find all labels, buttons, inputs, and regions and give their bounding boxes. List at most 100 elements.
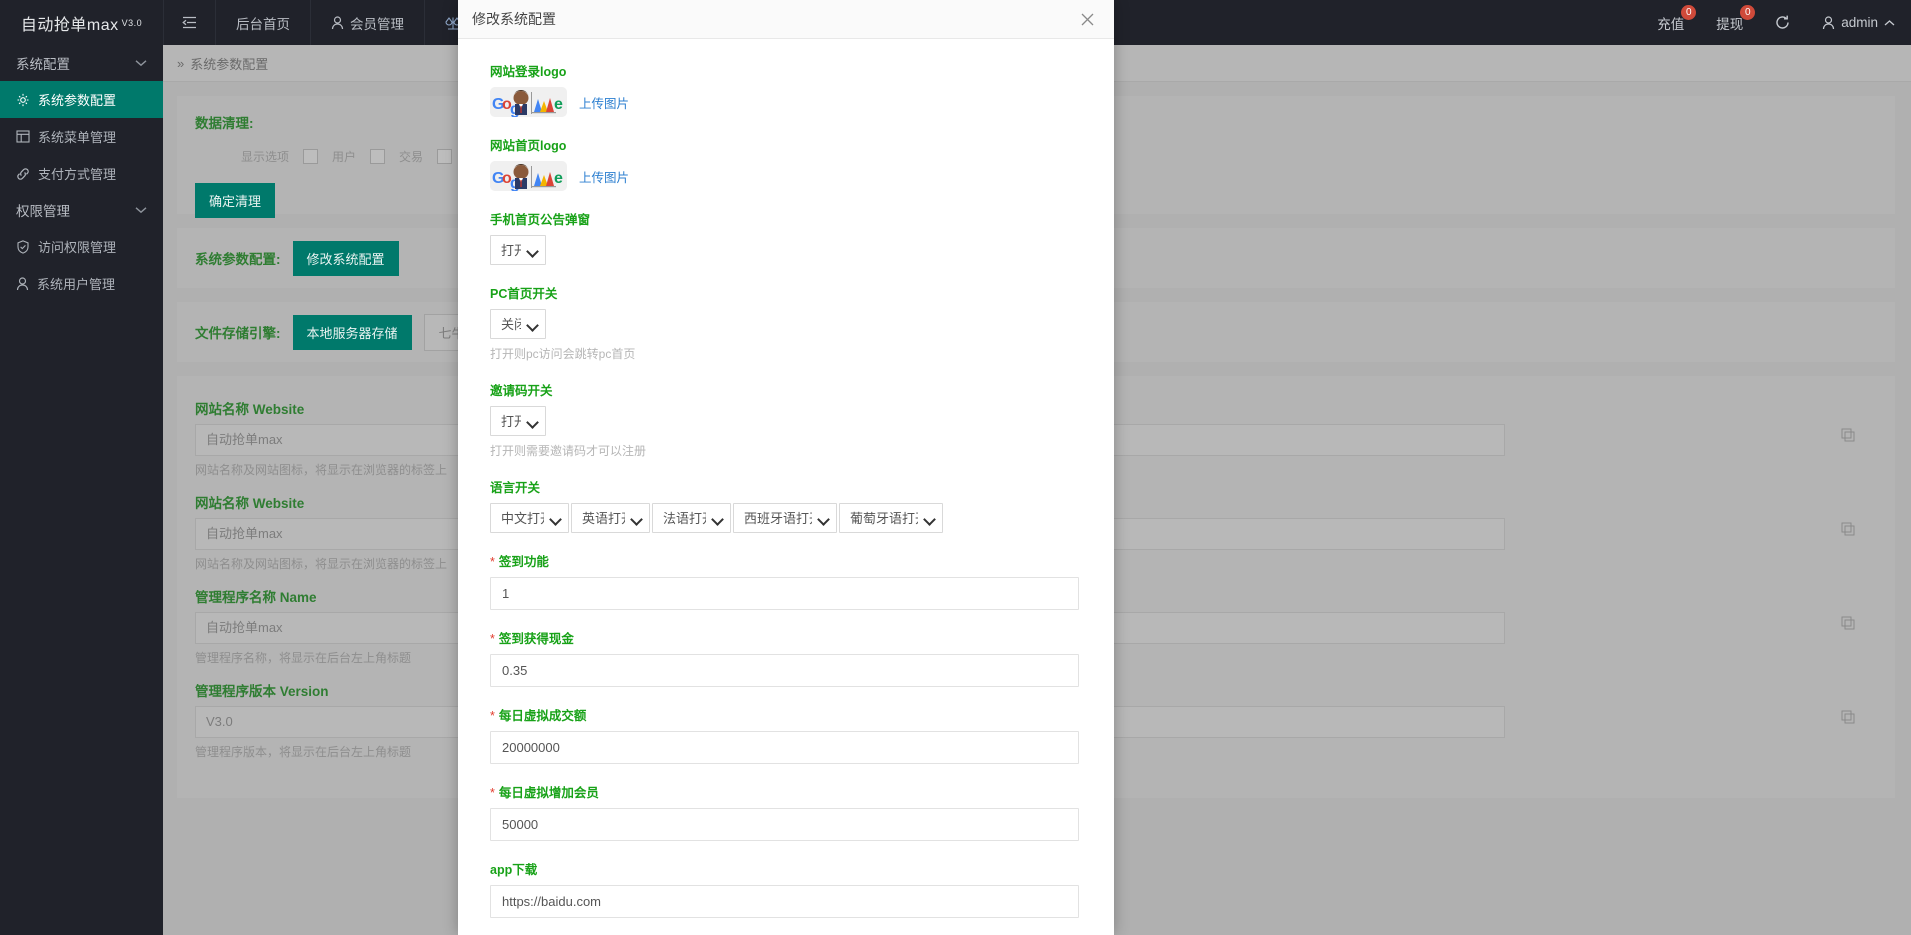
sidebar-group-system-config-label: 系统配置 [16, 57, 70, 72]
recharge-button[interactable]: 充值 0 [1641, 0, 1700, 45]
copy-icon[interactable] [1841, 710, 1855, 724]
sidebar-item-access-permission[interactable]: 访问权限管理 [0, 228, 163, 265]
storage-local-button[interactable]: 本地服务器存储 [292, 314, 412, 350]
checkbox-user-label: 用户 [332, 150, 357, 164]
app-brand: 自动抢单max V3.0 [0, 0, 163, 45]
withdraw-button[interactable]: 提现 0 [1700, 0, 1759, 45]
field-pc-home-switch-label: PC首页开关 [490, 287, 558, 301]
field-daily-virtual-turnover: 每日虚拟成交额 [490, 705, 1082, 764]
login-logo-preview[interactable]: G o g e [490, 87, 567, 117]
sidebar-item-system-user[interactable]: 系统用户管理 [0, 265, 163, 302]
confirm-clean-button[interactable]: 确定清理 [195, 183, 276, 218]
pc-home-switch-select[interactable]: 关闭 [490, 309, 546, 339]
edit-system-config-button[interactable]: 修改系统配置 [292, 240, 399, 276]
field-daily-virtual-turnover-label: 每日虚拟成交额 [490, 705, 1082, 724]
field-login-logo-label: 网站登录logo [490, 65, 567, 79]
brand-version: V3.0 [121, 17, 143, 28]
sidebar-item-system-params[interactable]: 系统参数配置 [0, 81, 163, 118]
nav-item-home-label: 后台首页 [236, 16, 290, 32]
modal-title: 修改系统配置 [472, 11, 556, 27]
breadcrumb-current: 系统参数配置 [190, 56, 269, 72]
refresh-button[interactable] [1759, 0, 1806, 45]
top-nav-right: 充值 0 提现 0 admin [1641, 0, 1911, 45]
edit-system-config-modal: 修改系统配置 网站登录logo G o g e 上传图片 网站首页logo G … [458, 0, 1114, 935]
copy-icon[interactable] [1841, 428, 1855, 442]
login-logo-upload-link[interactable]: 上传图片 [579, 93, 629, 112]
field-pc-home-switch: PC首页开关 关闭 打开则pc访问会跳转pc首页 [490, 283, 1082, 362]
checkbox-user[interactable] [303, 149, 319, 164]
chevron-down-icon [135, 59, 147, 67]
checkin-function-input[interactable] [490, 577, 1079, 610]
field-language-switch: 语言开关 中文打开 英语打开 法语打开 西班牙语打开 葡萄牙语打开 [490, 477, 1082, 533]
sidebar-item-payment-method-label: 支付方式管理 [38, 167, 117, 182]
field-checkin-cash-label: 签到获得现金 [490, 628, 1082, 647]
language-select-portuguese[interactable]: 葡萄牙语打开 [839, 503, 943, 533]
refresh-icon [1775, 15, 1790, 30]
chevron-down-icon [135, 206, 147, 214]
user-icon [1822, 15, 1835, 30]
copy-icon[interactable] [1841, 616, 1855, 630]
field-checkin-function-label: 签到功能 [490, 551, 1082, 570]
home-logo-upload-link[interactable]: 上传图片 [579, 167, 629, 186]
field-home-logo-label: 网站首页logo [490, 139, 567, 153]
sidebar: 系统配置 系统参数配置 系统菜单管理 支付方式管理 权限管理 访问权限管理 系统… [0, 45, 163, 935]
nav-item-home[interactable]: 后台首页 [215, 0, 310, 45]
sidebar-item-system-params-label: 系统参数配置 [38, 93, 117, 108]
field-mobile-popup: 手机首页公告弹窗 打开 [490, 209, 1082, 265]
sidebar-group-permission[interactable]: 权限管理 [0, 192, 163, 228]
user-icon [331, 15, 344, 30]
sidebar-item-system-menu-label: 系统菜单管理 [38, 130, 117, 145]
nav-item-members[interactable]: 会员管理 [310, 0, 424, 45]
nav-item-members-label: 会员管理 [350, 16, 404, 32]
chevron-up-icon [1884, 19, 1895, 27]
data-clean-option-label: 显示选项 [241, 150, 290, 164]
field-invite-code-switch: 邀请码开关 打开 打开则需要邀请码才可以注册 [490, 380, 1082, 459]
home-logo-preview[interactable]: G o g e [490, 161, 567, 191]
field-invite-code-switch-hint: 打开则需要邀请码才可以注册 [490, 444, 647, 458]
field-checkin-function: 签到功能 [490, 551, 1082, 610]
language-select-english[interactable]: 英语打开 [571, 503, 650, 533]
field-home-logo: 网站首页logo G o g e 上传图片 [490, 135, 1082, 191]
sidebar-group-permission-label: 权限管理 [16, 204, 70, 219]
field-daily-virtual-members: 每日虚拟增加会员 [490, 782, 1082, 841]
sidebar-group-system-config[interactable]: 系统配置 [0, 45, 163, 81]
sidebar-item-access-permission-label: 访问权限管理 [38, 240, 117, 255]
user-icon [16, 276, 29, 291]
field-language-switch-label: 语言开关 [490, 481, 541, 495]
checkin-cash-input[interactable] [490, 654, 1079, 687]
shield-check-icon [16, 239, 30, 254]
svg-text:e: e [554, 170, 563, 187]
field-app-download: app下载 [490, 859, 1082, 918]
gear-icon [16, 93, 30, 107]
close-icon[interactable] [1074, 6, 1100, 32]
user-name: admin [1841, 15, 1878, 30]
user-menu[interactable]: admin [1806, 0, 1911, 45]
daily-virtual-members-input[interactable] [490, 808, 1079, 841]
field-app-download-label: app下载 [490, 863, 538, 877]
field-mobile-popup-label: 手机首页公告弹窗 [490, 213, 591, 227]
checkbox-transaction[interactable] [370, 149, 386, 164]
sidebar-toggle-button[interactable] [163, 0, 215, 45]
svg-text:e: e [554, 96, 563, 113]
field-invite-code-switch-label: 邀请码开关 [490, 384, 553, 398]
recharge-label: 充值 [1657, 16, 1685, 32]
sidebar-item-system-user-label: 系统用户管理 [37, 277, 116, 292]
window-icon [16, 130, 30, 143]
invite-code-switch-select[interactable]: 打开 [490, 406, 546, 436]
menu-collapse-icon [182, 16, 197, 29]
withdraw-badge: 0 [1740, 5, 1756, 20]
system-params-title: 系统参数配置: [195, 252, 281, 267]
mobile-popup-select[interactable]: 打开 [490, 235, 546, 265]
sidebar-item-system-menu[interactable]: 系统菜单管理 [0, 118, 163, 155]
field-pc-home-switch-hint: 打开则pc访问会跳转pc首页 [490, 347, 636, 361]
language-select-spanish[interactable]: 西班牙语打开 [733, 503, 837, 533]
daily-virtual-turnover-input[interactable] [490, 731, 1079, 764]
field-login-logo: 网站登录logo G o g e 上传图片 [490, 61, 1082, 117]
sidebar-item-payment-method[interactable]: 支付方式管理 [0, 155, 163, 192]
language-select-chinese[interactable]: 中文打开 [490, 503, 569, 533]
checkbox-finance[interactable] [437, 149, 453, 164]
app-download-input[interactable] [490, 885, 1079, 918]
language-select-french[interactable]: 法语打开 [652, 503, 731, 533]
copy-icon[interactable] [1841, 522, 1855, 536]
brand-name: 自动抢单max [20, 16, 119, 34]
